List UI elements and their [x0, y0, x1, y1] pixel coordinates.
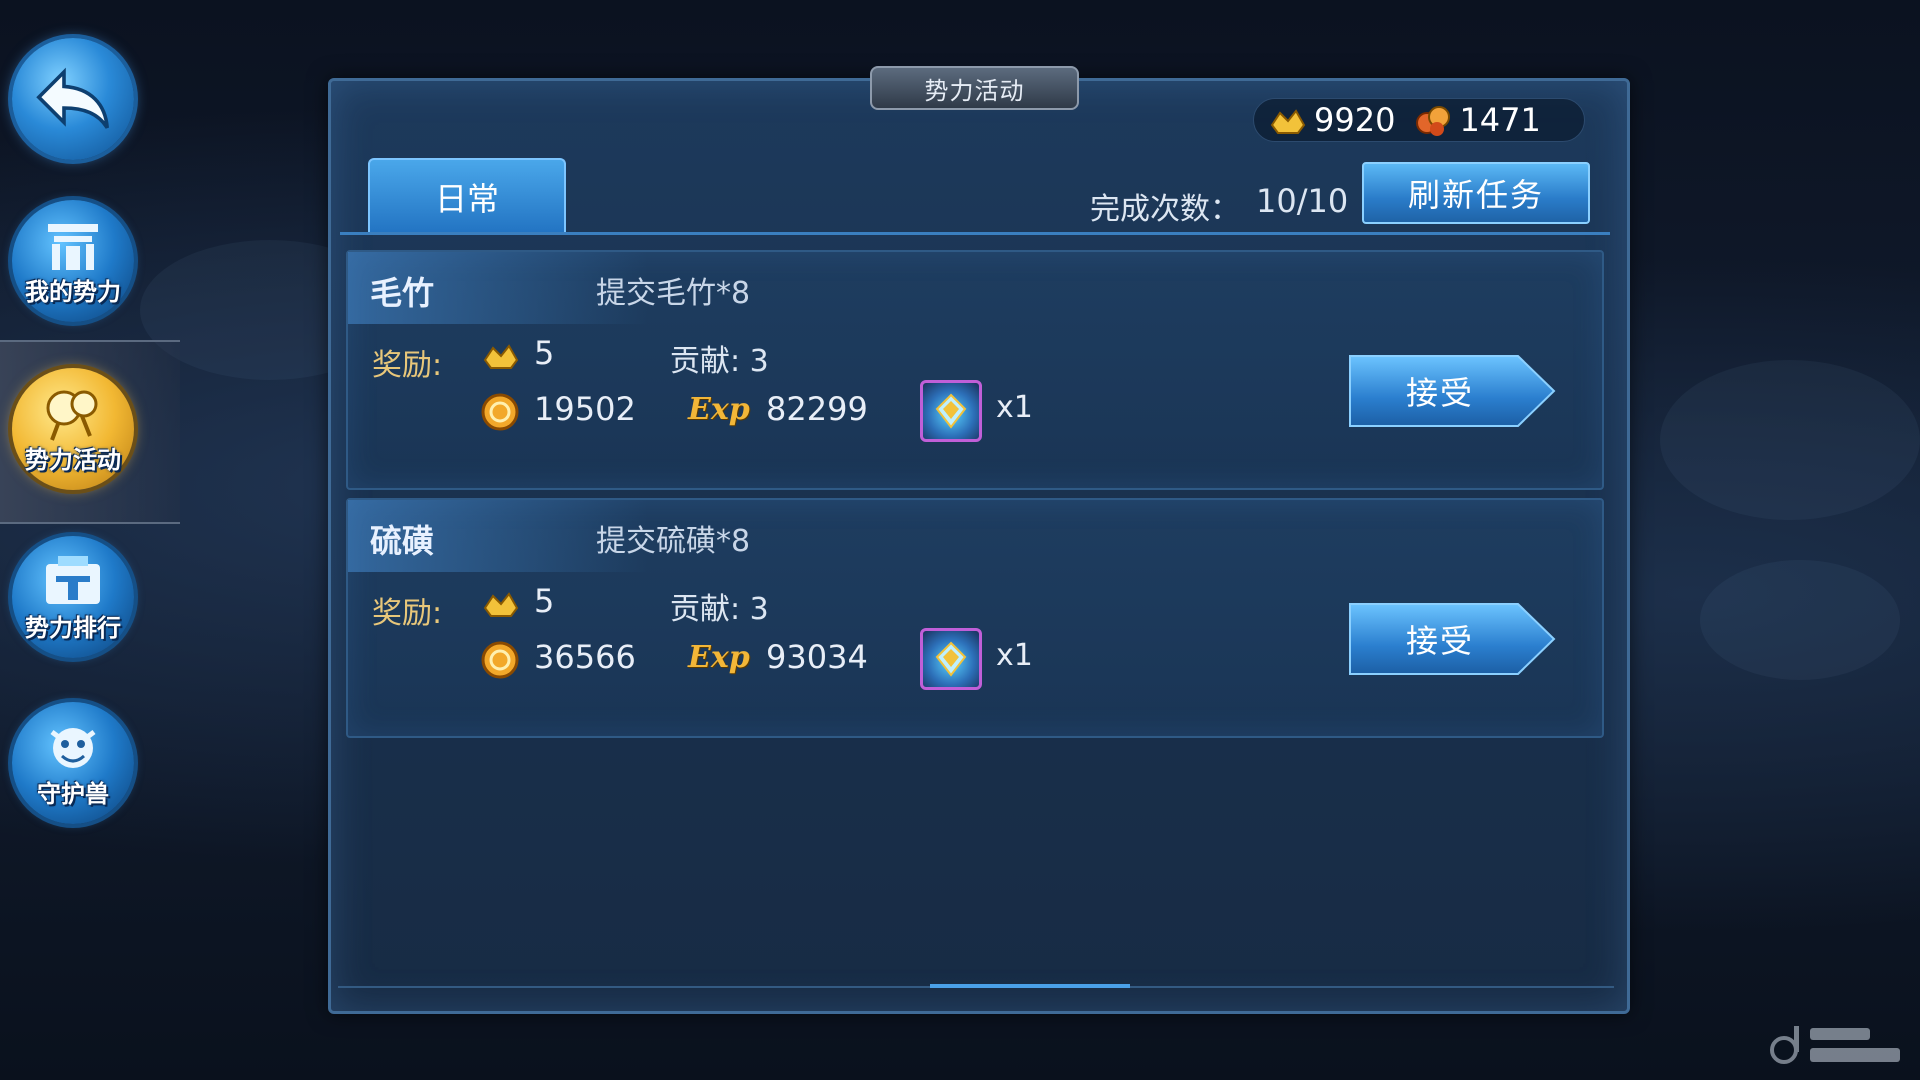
task-name: 毛竹: [370, 274, 435, 312]
side-navigation: 我的势力 势力活动 势力排行 守护兽: [0, 0, 330, 1080]
complete-count-label: 完成次数：: [1090, 192, 1240, 227]
nav-faction-ranking[interactable]: 势力排行: [12, 536, 134, 658]
nav-guardian-beast[interactable]: 守护兽: [12, 702, 134, 824]
soul-item-icon: [935, 393, 967, 429]
reward-item-slot[interactable]: [920, 380, 982, 442]
task-card: 毛竹 提交毛竹*8 奖励: 5 贡献: 3 19502 Exp 82299 x1…: [346, 250, 1604, 490]
nav-label-faction-activity: 势力活动: [25, 445, 121, 474]
refresh-tasks-button[interactable]: 刷新任务: [1362, 162, 1590, 224]
reward-coins: 36566: [534, 638, 636, 676]
gold-amount: 9920: [1314, 101, 1396, 139]
panel-bottom-glow: [930, 984, 1130, 988]
reward-item-count: x1: [996, 390, 1033, 425]
back-button[interactable]: [12, 38, 134, 160]
complete-count-value: 10/10: [1256, 182, 1349, 220]
reward-contribution: 贡献: 3: [670, 344, 769, 379]
nav-label-my-faction: 我的势力: [25, 277, 121, 306]
gold-ingot-icon: [483, 592, 519, 617]
reward-item-slot[interactable]: [920, 628, 982, 690]
reward-gold: 5: [534, 334, 555, 372]
coin-icon: [481, 393, 519, 431]
background-cloud: [1660, 360, 1920, 520]
watermark-logo: [1770, 1026, 1900, 1064]
gold-currency: 9920: [1268, 101, 1395, 139]
exp-label: Exp: [688, 640, 750, 675]
accept-button[interactable]: 接受: [1348, 602, 1556, 676]
nav-my-faction[interactable]: 我的势力: [12, 200, 134, 322]
coin-icon: [481, 641, 519, 679]
nav-label-guardian-beast: 守护兽: [37, 779, 109, 808]
contribution-currency: 1471: [1413, 101, 1541, 139]
nav-label-faction-ranking: 势力排行: [25, 613, 121, 642]
faction-ranking-icon: [46, 555, 100, 604]
faction-hall-icon: [48, 223, 98, 270]
contribution-amount: 1471: [1459, 101, 1541, 139]
reward-item-count: x1: [996, 638, 1033, 673]
accept-button[interactable]: 接受: [1348, 354, 1556, 428]
tab-daily[interactable]: 日常: [368, 158, 566, 234]
soul-item-icon: [935, 641, 967, 677]
reward-label: 奖励:: [372, 348, 443, 383]
guardian-beast-icon: [50, 727, 96, 768]
faction-activity-icon: [46, 390, 98, 441]
panel-title: 势力活动: [870, 66, 1079, 110]
task-description: 提交毛竹*8: [596, 276, 751, 311]
reward-exp: 82299: [766, 390, 868, 428]
background-cloud: [1700, 560, 1900, 680]
tab-divider: [340, 232, 1610, 235]
currency-bar: 9920 1471: [1253, 98, 1585, 142]
exp-label: Exp: [688, 392, 750, 427]
gold-ingot-icon: [1270, 109, 1306, 134]
task-description: 提交硫磺*8: [596, 524, 751, 559]
task-card: 硫磺 提交硫磺*8 奖励: 5 贡献: 3 36566 Exp 93034 x1…: [346, 498, 1604, 738]
reward-label: 奖励:: [372, 596, 443, 631]
contribution-icon: [1416, 106, 1451, 136]
accept-label: 接受: [1405, 374, 1474, 412]
reward-coins: 19502: [534, 390, 636, 428]
gold-ingot-icon: [483, 344, 519, 369]
reward-gold: 5: [534, 582, 555, 620]
reward-contribution: 贡献: 3: [670, 592, 769, 627]
nav-faction-activity[interactable]: 势力活动: [12, 368, 134, 490]
task-name: 硫磺: [370, 522, 435, 560]
accept-label: 接受: [1405, 622, 1474, 660]
back-arrow-icon: [36, 67, 109, 129]
reward-exp: 93034: [766, 638, 868, 676]
